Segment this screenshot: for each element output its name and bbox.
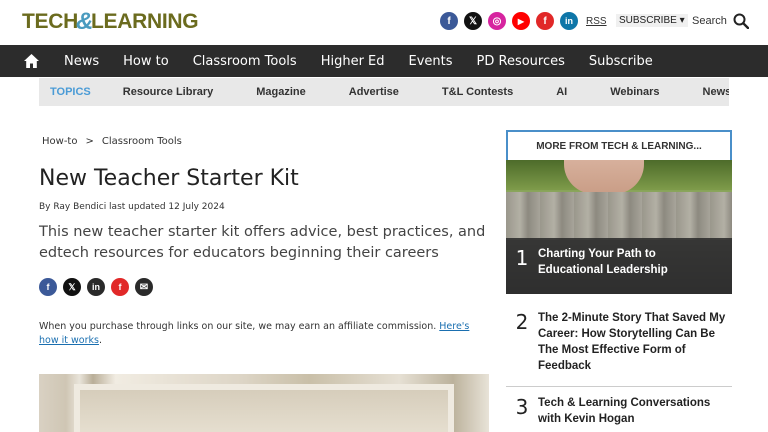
item-number: 3 [515,395,529,419]
nav-item-events[interactable]: Events [409,54,453,69]
breadcrumb: How-to > Classroom Tools [42,136,182,147]
item-number: 1 [515,246,529,270]
home-button[interactable] [24,54,64,68]
email-share-icon[interactable]: ✉ [135,278,153,296]
sidebar-featured-item[interactable]: 1 Charting Your Path to Educational Lead… [506,160,732,294]
nav-item-higher-ed[interactable]: Higher Ed [321,54,385,69]
breadcrumb-classroom-tools[interactable]: Classroom Tools [102,136,182,147]
topic-magazine[interactable]: Magazine [256,86,306,98]
breadcrumb-separator: > [85,136,94,147]
instagram-icon[interactable]: ◎ [488,12,506,30]
site-logo[interactable]: TECH & LEARNING [22,8,199,35]
home-icon [24,54,39,68]
facebook-share-icon[interactable]: f [39,278,57,296]
sidebar-list-item[interactable]: 3 Tech & Learning Conversations with Kev… [506,387,732,432]
sidebar-more-from: MORE FROM TECH & LEARNING... 1 Charting … [506,130,732,432]
hero-image [39,374,489,432]
nav-item-classroom-tools[interactable]: Classroom Tools [193,54,297,69]
breadcrumb-how-to[interactable]: How-to [42,136,77,147]
search-icon [733,13,749,29]
logo-text-tech: TECH [22,10,78,33]
nav-item-subscribe[interactable]: Subscribe [589,54,653,69]
flipboard-share-icon[interactable]: f [111,278,129,296]
topics-bar: TOPICS Resource Library Magazine Adverti… [39,78,729,106]
page-title: New Teacher Starter Kit [39,166,299,191]
topic-news-signup[interactable]: News Sig [703,86,729,98]
item-title[interactable]: Charting Your Path to Educational Leader… [538,246,724,278]
item-title[interactable]: The 2-Minute Story That Saved My Career:… [538,310,728,374]
hero-image-frame [74,384,454,432]
sidebar-list-item[interactable]: 2 The 2-Minute Story That Saved My Caree… [506,302,732,387]
nav-item-pd-resources[interactable]: PD Resources [477,54,565,69]
search-button[interactable]: Search [692,13,749,29]
logo-text-learning: LEARNING [91,10,199,33]
topics-label: TOPICS [50,86,91,98]
share-buttons: f 𝕏 in f ✉ [39,278,153,296]
topic-ai[interactable]: AI [556,86,567,98]
affiliate-period: . [98,335,102,346]
topic-advertise[interactable]: Advertise [349,86,399,98]
x-icon[interactable]: 𝕏 [464,12,482,30]
subscribe-dropdown[interactable]: SUBSCRIBE ▾ [616,14,688,27]
social-links: f 𝕏 ◎ ▶ f in RSS [440,12,607,30]
nav-item-news[interactable]: News [64,54,99,69]
affiliate-disclosure: When you purchase through links on our s… [39,320,489,348]
topic-tl-contests[interactable]: T&L Contests [442,86,513,98]
youtube-icon[interactable]: ▶ [512,12,530,30]
article-byline: By Ray Bendici last updated 12 July 2024 [39,202,225,212]
item-title[interactable]: Tech & Learning Conversations with Kevin… [538,395,728,427]
rss-link[interactable]: RSS [586,16,607,27]
featured-item-overlay: 1 Charting Your Path to Educational Lead… [506,238,732,294]
nav-item-how-to[interactable]: How to [123,54,169,69]
topic-webinars[interactable]: Webinars [610,86,659,98]
main-nav: News How to Classroom Tools Higher Ed Ev… [0,45,768,77]
linkedin-share-icon[interactable]: in [87,278,105,296]
article-standfirst: This new teacher starter kit offers advi… [39,224,486,261]
flipboard-icon[interactable]: f [536,12,554,30]
facebook-icon[interactable]: f [440,12,458,30]
x-share-icon[interactable]: 𝕏 [63,278,81,296]
featured-image-wall [506,192,732,240]
affiliate-text: When you purchase through links on our s… [39,321,440,332]
item-number: 2 [515,310,529,334]
sidebar-heading: MORE FROM TECH & LEARNING... [506,130,732,160]
topic-resource-library[interactable]: Resource Library [123,86,213,98]
site-header: TECH & LEARNING f 𝕏 ◎ ▶ f in RSS SUBSCRI… [0,0,768,45]
linkedin-icon[interactable]: in [560,12,578,30]
search-label: Search [692,15,727,27]
